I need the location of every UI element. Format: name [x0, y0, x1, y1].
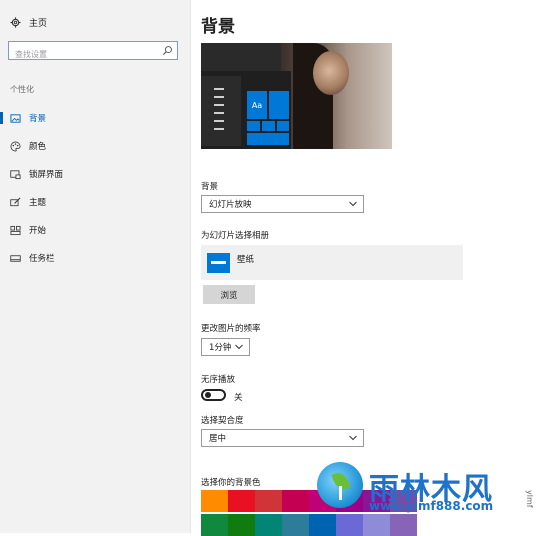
sidebar-item-themes[interactable]: 主题 [0, 188, 190, 216]
image-icon [10, 113, 21, 123]
preview-tile [262, 121, 275, 131]
background-dropdown[interactable]: 幻灯片放映 [201, 195, 364, 213]
page-title: 背景 [201, 17, 235, 37]
sidebar-item-start[interactable]: 开始 [0, 216, 190, 244]
preview-photo-face [313, 51, 349, 95]
album-item[interactable]: 壁纸 [201, 245, 463, 280]
sidebar-item-colors[interactable]: 颜色 [0, 132, 190, 160]
fit-dropdown[interactable]: 居中 [201, 429, 364, 447]
chevron-down-icon [349, 201, 357, 207]
sidebar-item-label: 任务栏 [29, 254, 55, 264]
preview-menu-line [214, 120, 224, 122]
sidebar-item-taskbar[interactable]: 任务栏 [0, 244, 190, 272]
preview-tile [247, 121, 260, 131]
theme-brush-icon [10, 197, 21, 206]
toggle-knob [205, 392, 211, 398]
sidebar-item-label: 开始 [29, 226, 47, 236]
preview-menu-line [214, 96, 224, 98]
preview-tile [269, 91, 289, 119]
preview-tile [277, 121, 289, 131]
album-label: 为幻灯片选择相册 [201, 231, 270, 241]
preview-tile [247, 133, 289, 145]
sidebar-nav: 背景 颜色 锁屏界面 主题 开始 任务栏 [0, 104, 190, 272]
album-name: 壁纸 [237, 255, 255, 265]
taskbar-icon [10, 254, 21, 262]
frequency-dropdown-value: 1分钟 [209, 343, 232, 353]
preview-tile-aa: Aa [247, 91, 267, 119]
color-swatch[interactable] [228, 490, 255, 512]
sidebar-item-label: 颜色 [29, 142, 47, 152]
home-label: 主页 [29, 19, 48, 29]
sidebar: 主页 个性化 背景 颜色 锁屏 [0, 0, 191, 533]
shuffle-label: 无序播放 [201, 375, 236, 385]
sidebar-item-label: 主题 [29, 198, 47, 208]
sidebar-item-lock-screen[interactable]: 锁屏界面 [0, 160, 190, 188]
preview-start-menu [201, 76, 241, 146]
watermark: 雨林木风 www.ylmf888.com [317, 462, 537, 533]
search-icon[interactable] [162, 45, 173, 56]
section-label: 个性化 [10, 85, 34, 94]
frequency-dropdown[interactable]: 1分钟 [201, 338, 250, 356]
browse-button[interactable]: 浏览 [203, 285, 255, 304]
watermark-side-text: ylmf [525, 490, 534, 508]
color-swatch[interactable] [201, 490, 228, 512]
album-thumbnail [207, 253, 230, 273]
color-label: 选择你的背景色 [201, 478, 261, 488]
home-link[interactable]: 主页 [10, 16, 47, 29]
search-input[interactable] [9, 46, 155, 63]
fit-dropdown-value: 居中 [209, 434, 227, 444]
lock-screen-icon [10, 169, 21, 179]
sidebar-item-label: 锁屏界面 [29, 170, 64, 180]
preview-menu-line [214, 88, 224, 90]
start-grid-icon [10, 225, 21, 235]
preview-menu-line [214, 104, 224, 106]
frequency-label: 更改图片的频率 [201, 324, 261, 334]
chevron-down-icon [235, 344, 243, 350]
background-dropdown-value: 幻灯片放映 [209, 200, 252, 210]
chevron-down-icon [349, 435, 357, 441]
preview-menu-line [214, 128, 224, 130]
watermark-url: www.ylmf888.com [369, 499, 494, 513]
tree-trunk-icon [339, 486, 342, 500]
gear-icon [10, 17, 21, 28]
shuffle-state: 关 [234, 393, 243, 403]
color-swatch[interactable] [255, 490, 282, 512]
sidebar-item-label: 背景 [29, 114, 47, 124]
preview-menu-line [214, 112, 224, 114]
background-label: 背景 [201, 182, 219, 192]
fit-label: 选择契合度 [201, 416, 244, 426]
color-swatch[interactable] [282, 490, 309, 512]
shuffle-toggle[interactable] [201, 389, 226, 401]
palette-icon [10, 141, 21, 151]
background-preview: Aa [201, 43, 392, 149]
sidebar-item-background[interactable]: 背景 [0, 104, 190, 132]
search-box[interactable] [8, 41, 178, 63]
